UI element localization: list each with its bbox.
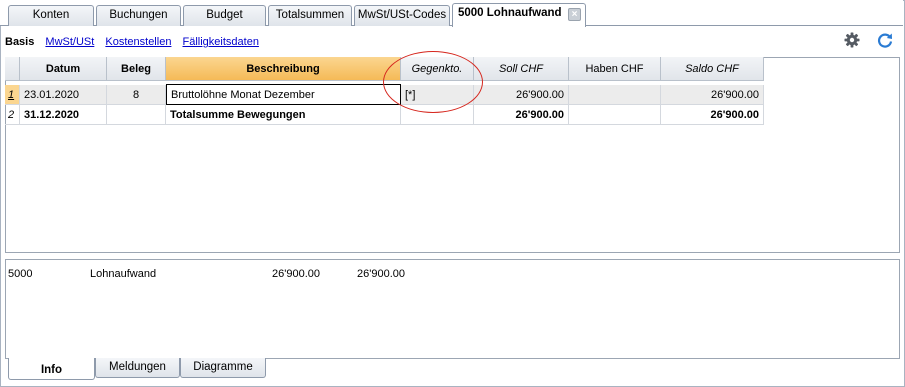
tab-budget[interactable]: Budget [183,5,266,26]
cell-gegenkto[interactable]: [*] [401,85,474,105]
view-faelligkeitsdaten-link[interactable]: Fälligkeitsdaten [183,36,259,48]
tab-totalsummen[interactable]: Totalsummen [268,5,352,26]
row-number-header [5,57,20,81]
info-value-saldo: 26'900.00 [357,268,405,280]
info-account-number: 5000 [8,268,33,280]
cell-saldo[interactable]: 26'900.00 [661,105,764,125]
column-header-soll[interactable]: Soll CHF [474,57,569,81]
cell-datum[interactable]: 31.12.2020 [20,105,107,125]
transactions-table: Datum Beleg Beschreibung Gegenkto. Soll … [5,57,900,253]
tab-info[interactable]: Info [8,358,95,380]
cell-haben[interactable] [569,85,661,105]
tab-5000-lohnaufwand[interactable]: 5000 Lohnaufwand × [452,3,586,27]
view-kostenstellen-link[interactable]: Kostenstellen [105,36,171,48]
tab-diagramme[interactable]: Diagramme [180,358,266,378]
column-header-haben[interactable]: Haben CHF [569,57,661,81]
cell-saldo[interactable]: 26'900.00 [661,85,764,105]
column-header-beleg[interactable]: Beleg [107,57,166,81]
cell-beleg[interactable] [107,105,166,125]
column-header-gegenkto[interactable]: Gegenkto. [401,57,474,81]
column-header-saldo[interactable]: Saldo CHF [661,57,764,81]
view-basis[interactable]: Basis [5,36,34,48]
tab-konten[interactable]: Konten [8,5,94,26]
info-value-soll: 26'900.00 [272,268,320,280]
gear-icon[interactable] [843,31,861,49]
cell-soll[interactable]: 26'900.00 [474,85,569,105]
cell-beschreibung[interactable]: Totalsumme Bewegungen [166,105,401,125]
tab-buchungen[interactable]: Buchungen [96,5,181,26]
refresh-icon[interactable] [876,31,894,49]
cell-datum[interactable]: 23.01.2020 [20,85,107,105]
view-selector: Basis MwSt/USt Kostenstellen Fälligkeits… [5,36,267,48]
cell-haben[interactable] [569,105,661,125]
view-mwst-link[interactable]: MwSt/USt [45,36,94,48]
cell-soll[interactable]: 26'900.00 [474,105,569,125]
row-number[interactable]: 2 [5,105,20,125]
tab-bar: Konten Buchungen Budget Totalsummen MwSt… [0,0,903,27]
row-number[interactable]: 1 [5,85,20,105]
cell-beleg[interactable]: 8 [107,85,166,105]
info-account-name: Lohnaufwand [90,268,157,280]
column-header-beschreibung[interactable]: Beschreibung [166,57,401,81]
column-header-datum[interactable]: Datum [20,57,107,81]
close-icon[interactable]: × [568,8,581,21]
tab-mwst-codes[interactable]: MwSt/USt-Codes [354,5,450,26]
tab-label: 5000 Lohnaufwand [458,7,562,19]
cell-beschreibung-editor[interactable]: Bruttolöhne Monat Dezember [166,84,401,105]
cell-gegenkto[interactable] [401,105,474,125]
tab-meldungen[interactable]: Meldungen [95,358,180,378]
